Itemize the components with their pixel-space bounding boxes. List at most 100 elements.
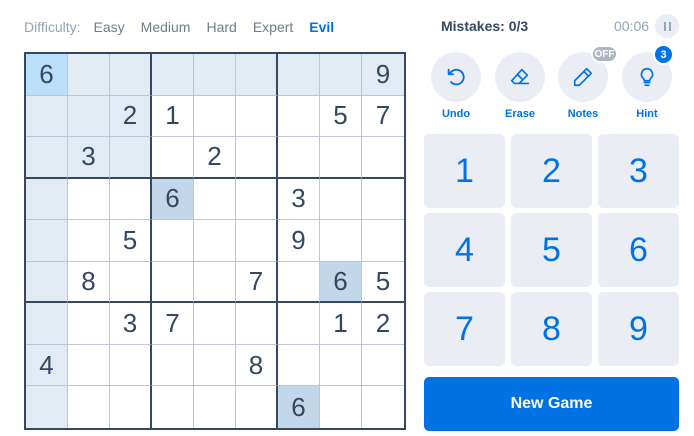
sudoku-cell[interactable] (110, 344, 152, 387)
difficulty-hard[interactable]: Hard (206, 19, 236, 35)
sudoku-cell[interactable] (152, 344, 194, 387)
sudoku-cell[interactable] (110, 54, 152, 96)
sudoku-cell[interactable]: 7 (236, 261, 278, 304)
sudoku-cell[interactable]: 6 (278, 386, 320, 428)
sudoku-cell[interactable] (152, 54, 194, 96)
sudoku-cell[interactable] (278, 261, 320, 304)
sudoku-cell[interactable] (320, 344, 362, 387)
sudoku-cell[interactable] (26, 303, 68, 345)
sudoku-cell[interactable] (320, 54, 362, 96)
sudoku-cell[interactable] (320, 178, 362, 221)
sudoku-cell[interactable] (194, 54, 236, 96)
sudoku-cell[interactable] (110, 386, 152, 428)
numpad-key-7[interactable]: 7 (424, 292, 505, 366)
sudoku-cell[interactable]: 9 (362, 54, 404, 96)
erase-button[interactable]: Erase (494, 52, 546, 120)
sudoku-cell[interactable] (68, 220, 110, 262)
sudoku-cell[interactable] (152, 386, 194, 428)
sudoku-cell[interactable]: 6 (152, 178, 194, 221)
sudoku-cell[interactable] (110, 137, 152, 179)
sudoku-cell[interactable] (194, 95, 236, 138)
sudoku-cell[interactable] (236, 137, 278, 179)
sudoku-cell[interactable]: 2 (362, 303, 404, 345)
sudoku-cell[interactable]: 3 (68, 137, 110, 179)
sudoku-cell[interactable] (362, 137, 404, 179)
sudoku-cell[interactable] (278, 344, 320, 387)
sudoku-cell[interactable]: 8 (236, 344, 278, 387)
sudoku-cell[interactable] (362, 179, 404, 221)
sudoku-cell[interactable] (236, 178, 278, 221)
numpad-key-3[interactable]: 3 (598, 134, 679, 208)
sudoku-cell[interactable] (194, 261, 236, 304)
sudoku-cell[interactable]: 5 (362, 262, 404, 304)
sudoku-cell[interactable] (26, 95, 68, 138)
sudoku-cell[interactable] (362, 386, 404, 428)
numpad-key-1[interactable]: 1 (424, 134, 505, 208)
sudoku-cell[interactable] (152, 261, 194, 304)
sudoku-cell[interactable] (278, 95, 320, 138)
sudoku-cell[interactable] (236, 303, 278, 345)
numpad-key-9[interactable]: 9 (598, 292, 679, 366)
sudoku-cell[interactable] (152, 220, 194, 262)
sudoku-cell[interactable] (68, 95, 110, 138)
sudoku-cell[interactable]: 2 (194, 137, 236, 179)
sudoku-cell[interactable]: 8 (68, 261, 110, 304)
sudoku-cell[interactable] (68, 344, 110, 387)
numpad-key-6[interactable]: 6 (598, 213, 679, 287)
sudoku-cell[interactable]: 2 (110, 95, 152, 138)
sudoku-cell[interactable]: 5 (110, 220, 152, 262)
sudoku-cell[interactable] (320, 137, 362, 179)
sudoku-cell[interactable] (236, 220, 278, 262)
sudoku-cell[interactable] (362, 220, 404, 262)
sudoku-cell[interactable] (26, 178, 68, 221)
sudoku-cell[interactable] (26, 137, 68, 179)
sudoku-cell[interactable] (362, 345, 404, 387)
sudoku-cell[interactable] (26, 220, 68, 262)
sudoku-cell[interactable]: 1 (152, 95, 194, 138)
hint-button[interactable]: 3 Hint (621, 44, 674, 120)
sudoku-cell[interactable] (278, 137, 320, 179)
difficulty-expert[interactable]: Expert (253, 19, 293, 35)
sudoku-cell[interactable]: 9 (278, 220, 320, 262)
sudoku-cell[interactable]: 3 (110, 303, 152, 345)
sudoku-cell[interactable]: 6 (320, 261, 362, 304)
sudoku-cell[interactable] (26, 261, 68, 304)
sudoku-cell[interactable]: 5 (320, 95, 362, 138)
sudoku-cell[interactable] (110, 178, 152, 221)
sudoku-cell[interactable]: 1 (320, 303, 362, 345)
sudoku-cell[interactable] (194, 386, 236, 428)
sudoku-cell[interactable] (278, 54, 320, 96)
pause-button[interactable] (655, 14, 679, 38)
undo-button[interactable]: Undo (430, 52, 482, 120)
sudoku-cell[interactable] (194, 303, 236, 345)
sudoku-cell[interactable] (68, 303, 110, 345)
sudoku-cell[interactable] (68, 178, 110, 221)
numpad-key-8[interactable]: 8 (511, 292, 592, 366)
sudoku-cell[interactable] (320, 386, 362, 428)
sudoku-cell[interactable]: 4 (26, 344, 68, 387)
sudoku-cell[interactable] (236, 54, 278, 96)
notes-button[interactable]: OFF Notes (557, 45, 618, 120)
sudoku-cell[interactable] (68, 54, 110, 96)
new-game-button[interactable]: New Game (424, 377, 679, 431)
sudoku-cell[interactable] (68, 386, 110, 428)
sudoku-cell[interactable]: 6 (26, 54, 68, 96)
sudoku-cell[interactable] (152, 137, 194, 179)
sudoku-cell[interactable] (320, 220, 362, 262)
sudoku-cell[interactable]: 7 (362, 96, 404, 138)
difficulty-evil[interactable]: Evil (309, 19, 334, 35)
sudoku-cell[interactable] (110, 261, 152, 304)
sudoku-cell[interactable] (236, 386, 278, 428)
sudoku-cell[interactable] (278, 303, 320, 345)
sudoku-cell[interactable] (194, 220, 236, 262)
sudoku-cell[interactable]: 7 (152, 303, 194, 345)
difficulty-medium[interactable]: Medium (141, 19, 191, 35)
sudoku-cell[interactable] (194, 344, 236, 387)
sudoku-cell[interactable] (236, 95, 278, 138)
sudoku-cell[interactable] (26, 386, 68, 428)
numpad-key-5[interactable]: 5 (511, 213, 592, 287)
difficulty-easy[interactable]: Easy (94, 19, 125, 35)
sudoku-cell[interactable] (194, 178, 236, 221)
sudoku-cell[interactable]: 3 (278, 178, 320, 221)
numpad-key-2[interactable]: 2 (511, 134, 592, 208)
